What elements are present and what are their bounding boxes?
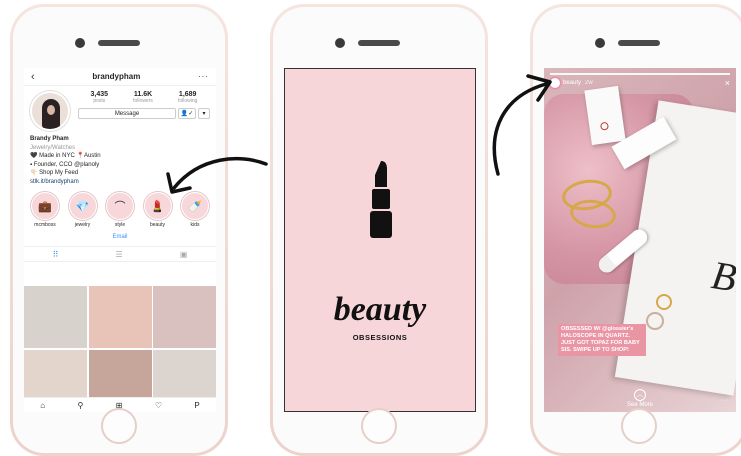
highlight-label: style	[114, 222, 126, 228]
bio-name: Brandy Pham	[30, 136, 69, 142]
highlight-style[interactable]: ⌒ style	[105, 192, 135, 228]
front-camera-icon	[335, 38, 345, 48]
story-progress-bar	[550, 73, 730, 75]
list-icon[interactable]: ☰	[116, 250, 123, 259]
highlight-jewelry[interactable]: 💎 jewelry	[68, 192, 98, 228]
profile-summary: 3,435 posts 11.6K followers 1,689 follow…	[24, 86, 216, 131]
home-button[interactable]	[361, 408, 397, 444]
tagged-icon[interactable]: ▣	[180, 250, 188, 259]
search-icon[interactable]: ⚲	[77, 401, 83, 410]
message-button[interactable]: Message	[78, 108, 176, 119]
magazine-text: Br	[708, 252, 736, 303]
person-check-icon[interactable]: 👤✓	[178, 108, 196, 119]
phone-right: Br beauty 2w × OBSESSED W/ @glossier's H…	[530, 4, 741, 456]
highlight-label: kids	[190, 222, 200, 228]
highlight-label: mcmboss	[34, 222, 56, 228]
heart-icon[interactable]: ♡	[155, 401, 162, 410]
highlight-mcmboss[interactable]: 💼 mcmboss	[30, 192, 60, 228]
photo-grid	[24, 286, 216, 412]
chevron-down-icon[interactable]: ▾	[198, 108, 210, 119]
stats-column: 3,435 posts 11.6K followers 1,689 follow…	[70, 91, 210, 131]
stat-label: posts	[93, 98, 106, 104]
highlight-cover-screen: beauty OBSESSIONS	[284, 68, 476, 412]
home-button[interactable]	[621, 408, 657, 444]
stat-followers[interactable]: 11.6K followers	[133, 91, 153, 104]
highlight-label: jewelry	[74, 222, 91, 228]
stat-value: 1,689	[178, 91, 197, 98]
profile-actions: Message 👤✓ ▾	[78, 108, 210, 119]
avatar[interactable]	[30, 91, 70, 131]
stat-value: 3,435	[90, 91, 109, 98]
instagram-profile-screen: ‹ brandypham ··· 3,435 posts 11.6K follo…	[24, 68, 216, 412]
arrow-to-story-icon	[492, 74, 552, 176]
ring-photo	[646, 312, 664, 330]
story-header: beauty 2w ×	[550, 78, 730, 88]
diamond-icon: 💎	[68, 192, 97, 220]
home-button[interactable]	[101, 408, 137, 444]
stat-label: followers	[133, 98, 153, 104]
speaker-grille	[98, 40, 140, 46]
more-horizontal-icon[interactable]: ···	[198, 72, 209, 81]
grid-photo[interactable]	[88, 286, 152, 348]
lipstick-icon	[370, 161, 392, 238]
story-caption: OBSESSED W/ @glossier's HALOSCOPE IN QUA…	[558, 324, 646, 356]
grid-icon[interactable]: ⠿	[53, 250, 59, 259]
front-camera-icon	[595, 38, 605, 48]
email-button[interactable]: Email	[24, 234, 216, 240]
phone-center: beauty OBSESSIONS	[270, 4, 488, 456]
ring-photo	[656, 294, 672, 310]
stat-label: following	[177, 98, 198, 104]
chevron-up-icon: ︿	[634, 389, 646, 401]
stat-value: 11.6K	[133, 91, 153, 98]
story-username[interactable]: beauty	[563, 80, 581, 86]
cover-title: beauty	[333, 291, 427, 328]
grid-photo[interactable]	[24, 286, 87, 348]
story-time: 2w	[585, 80, 593, 86]
speaker-grille	[358, 40, 400, 46]
profile-username: brandypham	[92, 72, 141, 81]
grid-photo[interactable]	[153, 286, 216, 348]
profile-header: ‹ brandypham ···	[24, 68, 216, 86]
profile-icon[interactable]: P	[194, 401, 199, 410]
stat-following[interactable]: 1,689 following	[178, 91, 197, 104]
profile-tabs: ⠿ ☰ ▣	[24, 246, 216, 262]
close-icon[interactable]: ×	[725, 78, 730, 88]
more-horizontal-icon[interactable]: ···	[720, 397, 730, 404]
front-camera-icon	[75, 38, 85, 48]
highlight-label: beauty	[149, 222, 165, 228]
see-more-button[interactable]: ︿ See More	[544, 389, 736, 408]
chevron-left-icon[interactable]: ‹	[31, 71, 35, 83]
hanger-icon: ⌒	[106, 192, 134, 220]
story-screen: Br beauty 2w × OBSESSED W/ @glossier's H…	[544, 68, 736, 412]
briefcase-icon: 💼	[31, 192, 59, 220]
arrow-to-highlight-icon	[166, 156, 268, 194]
speaker-grille	[618, 40, 660, 46]
cover-subtitle: OBSESSIONS	[352, 333, 408, 342]
profile-stats: 3,435 posts 11.6K followers 1,689 follow…	[78, 91, 210, 104]
phone-left: ‹ brandypham ··· 3,435 posts 11.6K follo…	[10, 4, 228, 456]
stat-posts[interactable]: 3,435 posts	[91, 91, 109, 104]
home-icon[interactable]: ⌂	[40, 401, 45, 410]
